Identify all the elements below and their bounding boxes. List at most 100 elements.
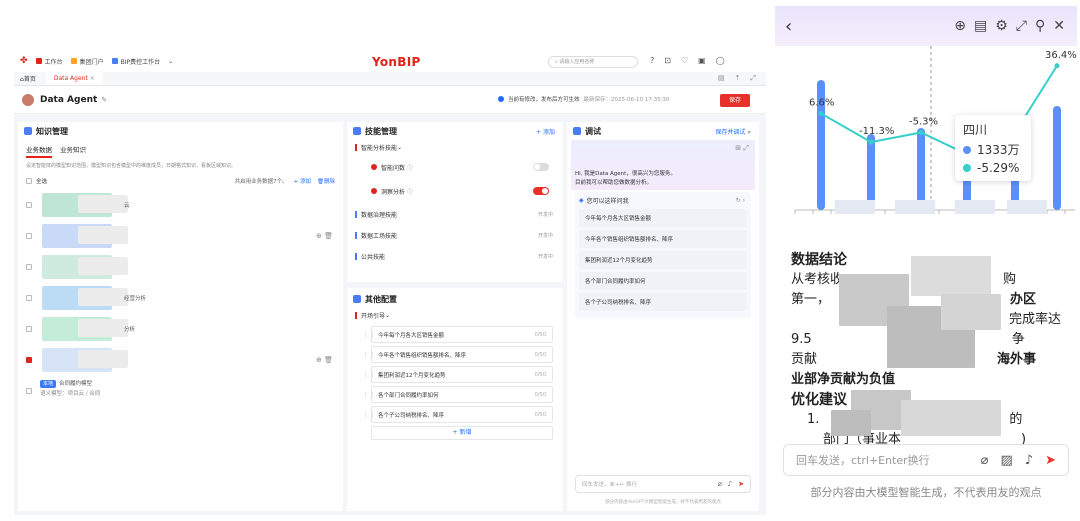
row-actions[interactable]: ⊕ 🗑︎ — [316, 232, 333, 240]
char-count: 0/50 — [535, 352, 546, 358]
opening-item[interactable]: ⋮⋮ 各个部门合同履约率如何 0/50 — [362, 386, 553, 403]
debug-panel: 调试 保存并调试 » ⊞ ⤢ Hi, 我是Data Agent，很高兴为您服务。 … — [567, 122, 759, 511]
user-avatar-icon[interactable]: ◯ — [716, 56, 725, 65]
settings-icon[interactable]: ⚙ — [995, 18, 1008, 34]
apps-grid-icon[interactable]: ✤ — [20, 56, 28, 66]
skill-group-governance[interactable]: 数据治理技能 开发中 — [347, 207, 563, 222]
image-icon[interactable]: ▨ — [1001, 453, 1013, 468]
collapse-icon[interactable]: » — [747, 129, 751, 136]
drag-handle-icon[interactable]: ⋮⋮ — [362, 331, 376, 339]
panel-title: 技能管理 — [365, 126, 397, 136]
suggested-question[interactable]: 各个子公司纳税排名、降序 — [579, 293, 747, 311]
drag-handle-icon[interactable]: ⋮⋮ — [362, 371, 376, 379]
opening-item[interactable]: ⋮⋮ 集团利润近12个月变化趋势 0/50 — [362, 366, 553, 383]
tab-data-agent[interactable]: Data Agent × — [45, 72, 103, 85]
model-sub: 语义模型：项目云 / 合同 — [40, 391, 101, 397]
text-fragment: 完成率达 — [1008, 312, 1061, 327]
delete-data-button[interactable]: 🗑︎删除 — [317, 177, 335, 185]
history-icon[interactable]: ▤ — [974, 18, 987, 34]
group-marker — [355, 312, 357, 319]
expand-icon[interactable]: ⤢ — [750, 74, 756, 83]
row-checkbox[interactable] — [26, 325, 32, 332]
close-icon[interactable]: ✕ — [1053, 18, 1065, 34]
opening-item[interactable]: ⋮⋮ 今年各个销售组织销售额排名、降序 0/50 — [362, 346, 553, 363]
suggested-question[interactable]: 今年各个销售组织销售额排名、降序 — [579, 230, 747, 248]
opening-text: 各个部门合同履约率如何 — [378, 392, 439, 399]
opening-item[interactable]: ⋮⋮ 各个子公司纳税排名、降序 0/50 — [362, 406, 553, 423]
help-icon[interactable]: ? — [650, 56, 654, 65]
attach-icon[interactable]: ⌀ — [717, 480, 721, 488]
row-checkbox[interactable] — [26, 201, 32, 208]
bar-line-chart: 6.6%-11.3%-5.3%-18.9%36.4% — [794, 46, 1077, 214]
save-debug-button[interactable]: 保存并调试 » — [715, 127, 751, 136]
text-fragment: 1. — [807, 412, 820, 427]
knowledge-subtabs: 业务数据 业务知识 — [18, 140, 343, 158]
service-icon[interactable]: ♡ — [681, 56, 688, 65]
skill-group-public[interactable]: 公共技能 开发中 — [347, 249, 563, 264]
workbench-icon — [35, 58, 42, 64]
chevron-down-icon[interactable]: ⌄ — [168, 58, 173, 65]
chat-tools-icon[interactable]: ⊞ ⤢ — [735, 144, 749, 153]
add-data-button[interactable]: + 添加 — [294, 177, 311, 185]
mic-icon[interactable]: ♪ — [728, 480, 732, 488]
app-search-input[interactable]: ⌕ 请输入应用名称 — [548, 56, 638, 68]
result-chat-input[interactable]: 回车发送，ctrl+Enter换行 ⌀ ▨ ♪ ➤ — [783, 444, 1069, 476]
suggested-question[interactable]: 集团利润近12个月变化趋势 — [579, 251, 747, 269]
nav-group-portal[interactable]: 集团门户 — [70, 57, 104, 66]
mic-icon[interactable]: ♪ — [1025, 453, 1033, 468]
back-icon[interactable]: ‹ — [785, 16, 792, 37]
nav-expense[interactable]: BIP费控工作台 — [111, 57, 160, 66]
layout-icon[interactable]: ▤ — [718, 74, 725, 83]
opening-item[interactable]: ⋮⋮ 今年每个月各大区销售金额 0/50 — [362, 326, 553, 343]
skill-group-workshop[interactable]: 数据工场技能 开发中 — [347, 228, 563, 243]
suggested-question[interactable]: 今年每个月各大区销售金额 — [579, 209, 747, 227]
chat-input[interactable]: 回车发送，⌘+↵ 换行 ⌀ ♪ ➤ — [575, 475, 751, 493]
knowledge-row[interactable]: 经营分析 — [18, 282, 343, 313]
pin-icon[interactable]: ⇡ — [735, 74, 741, 83]
row-checkbox[interactable] — [26, 387, 32, 394]
save-button[interactable]: 保存 — [720, 94, 750, 107]
add-opening-button[interactable]: + 新增 — [371, 426, 553, 440]
knowledge-row[interactable]: ⊕ 🗑︎ — [18, 220, 343, 251]
drag-handle-icon[interactable]: ⋮⋮ — [362, 351, 376, 359]
calendar-icon[interactable]: ▣ — [698, 56, 706, 65]
select-all-checkbox[interactable] — [26, 178, 32, 184]
drag-handle-icon[interactable]: ⋮⋮ — [362, 391, 376, 399]
nav-workbench[interactable]: 工作台 — [35, 57, 63, 66]
row-checkbox[interactable] — [26, 232, 32, 239]
skill-group-analysis[interactable]: 智能分析技能 ⌄ — [347, 140, 563, 155]
knowledge-row[interactable]: 本地 合同履约模型 语义模型：项目云 / 合同 — [18, 375, 343, 406]
subtab-business-knowledge[interactable]: 业务知识 — [60, 144, 86, 158]
row-actions[interactable]: ⊕ 🗑︎ — [316, 356, 333, 364]
edit-icon[interactable]: ✎ — [101, 96, 107, 104]
row-checkbox[interactable] — [26, 294, 32, 301]
add-skill-button[interactable]: + 添加 — [536, 127, 555, 136]
refresh-icon[interactable]: ↻ › — [736, 197, 745, 204]
notification-icon[interactable]: ⊡ — [664, 56, 671, 65]
new-chat-icon[interactable]: ⊕ — [954, 18, 966, 34]
attach-icon[interactable]: ⌀ — [981, 453, 989, 468]
subtab-business-data[interactable]: 业务数据 — [26, 144, 52, 158]
fullscreen-icon[interactable]: ⤢ — [1016, 18, 1027, 34]
knowledge-row[interactable] — [18, 251, 343, 282]
input-placeholder: 回车发送，⌘+↵ 换行 — [582, 482, 637, 488]
skill-toggle-smart-query[interactable] — [533, 163, 549, 171]
char-count: 0/50 — [535, 412, 546, 418]
data-label: -11.3% — [859, 126, 894, 137]
knowledge-row[interactable]: 云 — [18, 189, 343, 220]
drag-handle-icon[interactable]: ⋮⋮ — [362, 411, 376, 419]
skill-toggle-insight[interactable] — [533, 187, 549, 195]
knowledge-row[interactable]: ⊕ 🗑︎ — [18, 344, 343, 375]
row-checkbox[interactable] — [26, 356, 32, 363]
knowledge-row[interactable]: 分析 — [18, 313, 343, 344]
row-checkbox[interactable] — [26, 263, 32, 270]
suggested-question[interactable]: 各个部门合同履约率如何 — [579, 272, 747, 290]
close-icon[interactable]: × — [90, 75, 95, 82]
tab-home[interactable]: ⌂首页 — [20, 74, 36, 83]
send-icon[interactable]: ➤ — [738, 480, 744, 488]
text-fragment: 的 — [1009, 412, 1023, 427]
pin-icon[interactable]: ⚲ — [1035, 18, 1045, 34]
select-all-label: 全选 — [36, 179, 48, 185]
opening-guide-group[interactable]: 开场引导 ⌄ — [347, 308, 563, 323]
send-icon[interactable]: ➤ — [1045, 453, 1056, 468]
